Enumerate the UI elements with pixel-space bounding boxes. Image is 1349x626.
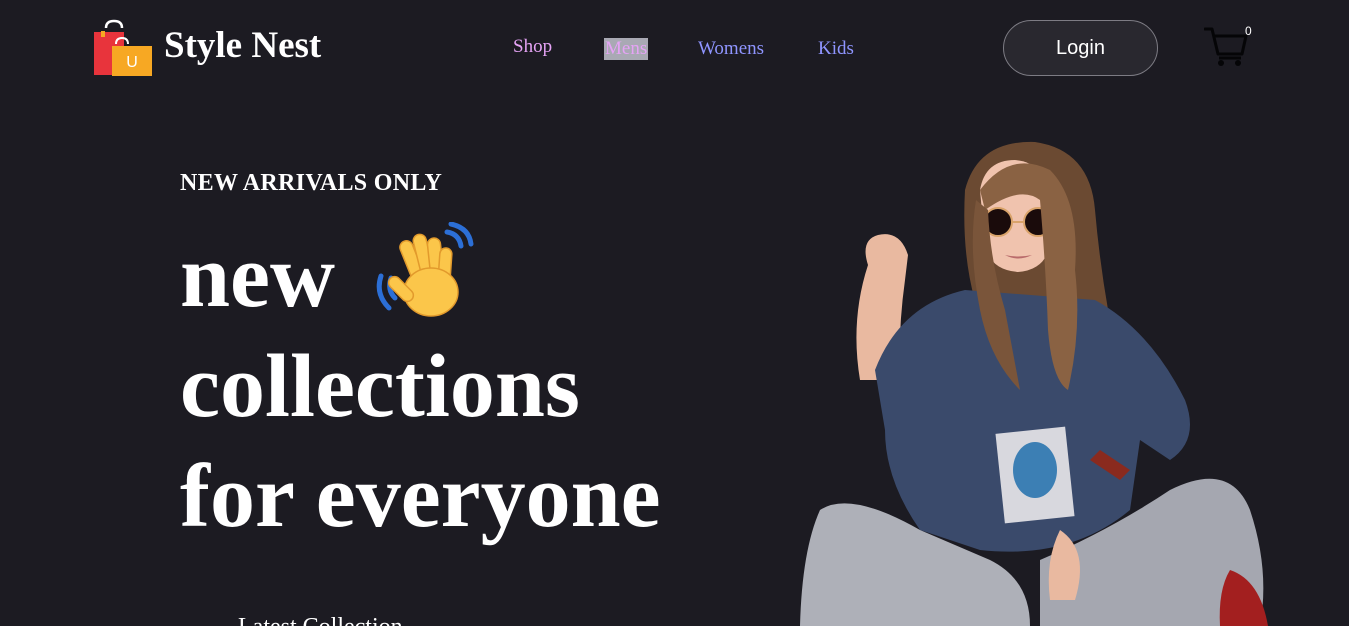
hero-eyebrow: NEW ARRIVALS ONLY: [180, 170, 443, 196]
landing-page: U Style Nest Shop Mens Womens Kids Login…: [0, 0, 1349, 626]
nav-link-kids[interactable]: Kids: [818, 38, 854, 60]
brand-name: Style Nest: [164, 24, 322, 66]
hero-subtext: Latest Collection: [238, 614, 403, 626]
svg-text:U: U: [126, 54, 138, 71]
cart-count-badge: 0: [1245, 24, 1252, 38]
hero-headline-line-3: for everyone: [180, 447, 661, 546]
nav-link-shop[interactable]: Shop: [513, 36, 552, 58]
hero-headline-line-1: new: [180, 227, 335, 326]
waving-hand-icon: [376, 222, 474, 317]
cart-button[interactable]: 0: [1204, 24, 1252, 70]
brand-logo[interactable]: U Style Nest: [92, 18, 321, 78]
login-button[interactable]: Login: [1003, 20, 1158, 76]
shopping-bags-icon: U: [94, 19, 152, 76]
hero-headline-line-2: collections: [180, 337, 580, 436]
nav-link-womens[interactable]: Womens: [698, 38, 764, 60]
nav-link-mens[interactable]: Mens: [604, 38, 649, 60]
hero-model-image: [800, 141, 1268, 626]
cart-icon: [1204, 27, 1248, 66]
